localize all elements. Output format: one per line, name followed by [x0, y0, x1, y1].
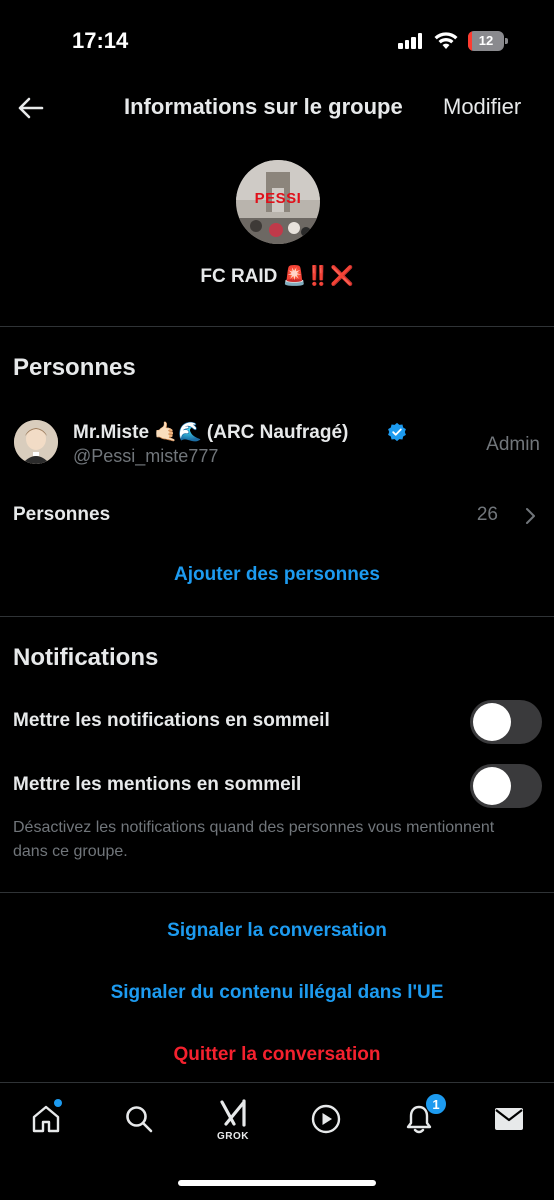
group-name: FC RAID 🚨‼️❌ — [200, 266, 354, 287]
mute-notifications-label: Mettre les notifications en sommeil — [13, 710, 330, 731]
nav-grok[interactable] — [209, 1091, 257, 1135]
nav-home[interactable] — [22, 1097, 70, 1141]
back-button[interactable] — [10, 88, 50, 128]
report-conversation-button[interactable]: Signaler la conversation — [0, 920, 554, 942]
leave-conversation-button[interactable]: Quitter la conversation — [0, 1044, 554, 1066]
mute-notifications-row: Mettre les notifications en sommeil — [0, 698, 554, 746]
home-icon — [32, 1105, 60, 1133]
search-icon — [126, 1106, 153, 1133]
nav-search[interactable] — [115, 1097, 163, 1141]
cellular-signal-icon — [398, 33, 424, 49]
mute-mentions-row: Mettre les mentions en sommeil — [0, 762, 554, 810]
home-indicator[interactable] — [178, 1180, 376, 1186]
add-people-button[interactable]: Ajouter des personnes — [0, 564, 554, 586]
report-illegal-content-button[interactable]: Signaler du contenu illégal dans l'UE — [0, 982, 554, 1004]
nav-notifications[interactable]: 1 — [395, 1093, 447, 1141]
toggle-knob — [473, 767, 511, 805]
member-handle: @Pessi_miste777 — [73, 446, 219, 466]
arrow-left-icon — [18, 97, 44, 119]
grok-icon — [220, 1099, 246, 1127]
people-section-title: Personnes — [13, 354, 136, 381]
divider — [0, 616, 554, 617]
notification-badge: 1 — [425, 1093, 447, 1115]
divider — [0, 326, 554, 327]
verified-badge-icon — [388, 422, 406, 442]
battery-level: 12 — [478, 33, 494, 48]
toggle-knob — [473, 703, 511, 741]
group-avatar-text: PESSI — [254, 190, 302, 207]
nav-video[interactable] — [302, 1097, 350, 1141]
nav-messages[interactable] — [485, 1097, 533, 1141]
battery-icon: 12 — [468, 31, 508, 51]
wifi-icon — [434, 32, 458, 49]
mute-mentions-label: Mettre les mentions en sommeil — [13, 774, 302, 795]
notification-dot — [54, 1099, 62, 1107]
group-avatar[interactable]: PESSI — [236, 160, 320, 244]
notifications-section-title: Notifications — [13, 644, 159, 671]
people-label: Personnes — [13, 504, 111, 525]
page-title: Informations sur le groupe — [124, 94, 403, 119]
people-count-row[interactable]: Personnes 26 — [0, 492, 554, 538]
play-icon — [311, 1104, 341, 1134]
avatar — [14, 420, 58, 464]
member-row[interactable]: Mr.Miste 🤙🏻🌊 (ARC Naufragé) @Pessi_miste… — [0, 410, 554, 474]
status-bar: 17:14 12 — [0, 0, 554, 80]
mentions-hint-text: Désactivez les notifications quand des p… — [13, 819, 495, 860]
header: Informations sur le groupe Modifier — [0, 80, 554, 136]
member-name: Mr.Miste 🤙🏻🌊 (ARC Naufragé) — [73, 422, 349, 443]
chevron-right-icon — [526, 508, 535, 524]
divider — [0, 892, 554, 893]
member-role-badge: Admin — [486, 434, 540, 455]
mail-icon — [495, 1108, 523, 1130]
mute-mentions-toggle[interactable] — [470, 764, 542, 808]
people-count: 26 — [476, 504, 498, 525]
edit-button[interactable]: Modifier — [443, 94, 521, 120]
grok-label: GROK — [217, 1131, 249, 1142]
status-time: 17:14 — [72, 28, 129, 53]
mute-notifications-toggle[interactable] — [470, 700, 542, 744]
